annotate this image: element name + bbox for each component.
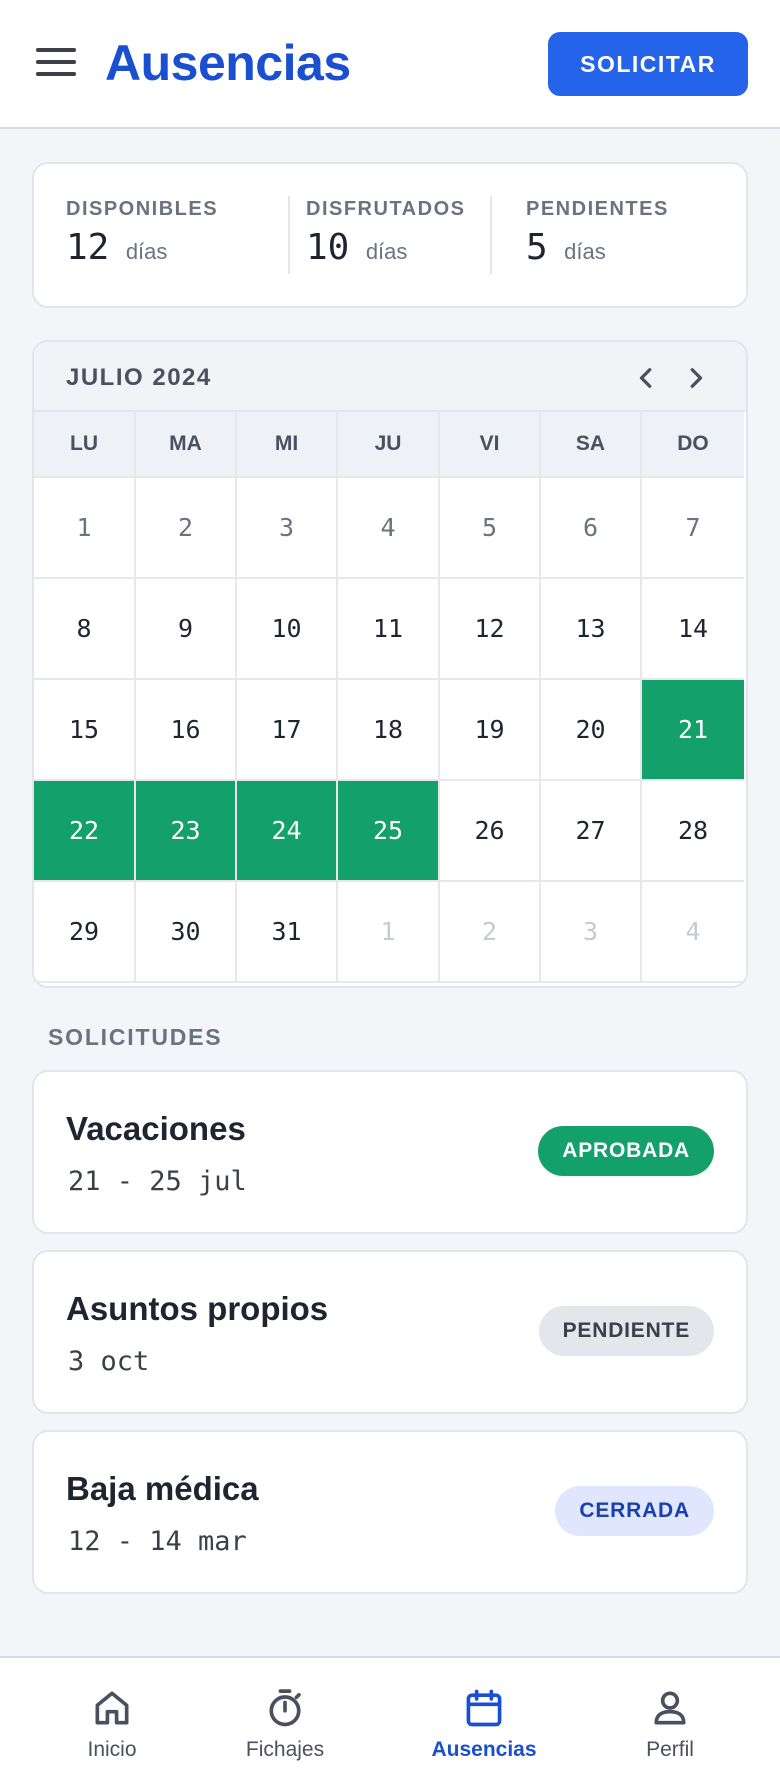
menu-icon[interactable] <box>36 48 76 82</box>
balance-summary-card: DISPONIBLES 12 días DISFRUTADOS 10 días … <box>32 162 748 308</box>
calendar-day[interactable]: 1 <box>338 882 440 983</box>
stat-available: DISPONIBLES 12 días <box>66 198 218 268</box>
request-dates: 3 oct <box>68 1346 150 1377</box>
request-dates: 21 - 25 jul <box>68 1166 247 1197</box>
requests-section-title: SOLICITUDES <box>48 1024 223 1050</box>
calendar-day[interactable]: 3 <box>541 882 642 983</box>
stat-value: 12 <box>66 227 110 268</box>
calendar-icon <box>466 1689 502 1727</box>
calendar-day[interactable]: 26 <box>440 781 541 882</box>
stat-label: DISPONIBLES <box>66 198 219 220</box>
stat-value: 10 <box>306 227 350 268</box>
stat-unit: días <box>564 239 606 264</box>
calendar-day[interactable]: 23 <box>136 781 237 882</box>
calendar-day[interactable]: 6 <box>541 478 642 579</box>
calendar-day[interactable]: 12 <box>440 579 541 680</box>
calendar-day[interactable]: 28 <box>642 781 744 882</box>
calendar-day[interactable]: 27 <box>541 781 642 882</box>
top-app-bar: Ausencias SOLICITAR <box>0 0 780 129</box>
stat-label: PENDIENTES <box>526 198 669 220</box>
calendar-day[interactable]: 17 <box>237 680 338 781</box>
nav-item-label: Fichajes <box>245 1738 325 1761</box>
calendar-day[interactable]: 4 <box>642 882 744 983</box>
chevron-right-icon[interactable] <box>678 360 714 396</box>
calendar-day[interactable]: 20 <box>541 680 642 781</box>
calendar-month-label: JULIO 2024 <box>66 364 212 391</box>
calendar-day[interactable]: 2 <box>136 478 237 579</box>
calendar-day[interactable]: 4 <box>338 478 440 579</box>
calendar-day[interactable]: 15 <box>34 680 136 781</box>
bottom-navigation: Inicio Fichajes Ausencias Perfil <box>0 1656 780 1786</box>
stat-value: 5 <box>526 227 548 268</box>
calendar-day[interactable]: 11 <box>338 579 440 680</box>
calendar-day[interactable]: 29 <box>34 882 136 983</box>
weekday-header: MI <box>237 412 338 478</box>
nav-item-perfil[interactable]: Perfil <box>580 1658 760 1786</box>
request-button[interactable]: SOLICITAR <box>548 32 748 96</box>
home-icon <box>95 1691 129 1725</box>
nav-item-label: Perfil <box>646 1738 694 1761</box>
nav-item-label: Inicio <box>87 1738 137 1761</box>
calendar-day[interactable]: 1 <box>34 478 136 579</box>
nav-item-inicio[interactable]: Inicio <box>22 1658 202 1786</box>
stat-divider <box>490 196 492 274</box>
calendar-day[interactable]: 10 <box>237 579 338 680</box>
weekday-header: LU <box>34 412 136 478</box>
weekday-header: VI <box>440 412 541 478</box>
weekday-header: SA <box>541 412 642 478</box>
calendar-grid: LU MA MI JU VI SA DO 1 2 3 4 5 6 7 8 9 10 11 12 13 14 15 16 17 1… <box>34 412 746 983</box>
weekday-header: MA <box>136 412 237 478</box>
chevron-left-icon[interactable] <box>628 360 664 396</box>
request-card[interactable]: Baja médica 12 - 14 mar CERRADA <box>32 1430 748 1594</box>
page-title: Ausencias <box>105 35 351 91</box>
calendar-day[interactable]: 18 <box>338 680 440 781</box>
stat-divider <box>288 196 290 274</box>
calendar-day[interactable]: 9 <box>136 579 237 680</box>
person-icon <box>654 1691 686 1725</box>
calendar-header: JULIO 2024 <box>34 342 746 412</box>
nav-item-ausencias[interactable]: Ausencias <box>394 1658 574 1786</box>
calendar-day[interactable]: 19 <box>440 680 541 781</box>
calendar-day[interactable]: 16 <box>136 680 237 781</box>
stat-used: DISFRUTADOS 10 días <box>306 198 465 268</box>
nav-item-label: Ausencias <box>431 1738 537 1761</box>
calendar-day[interactable]: 24 <box>237 781 338 882</box>
request-type: Asuntos propios <box>66 1290 329 1327</box>
calendar-day[interactable]: 8 <box>34 579 136 680</box>
weekday-header: JU <box>338 412 440 478</box>
calendar-day[interactable]: 31 <box>237 882 338 983</box>
request-card[interactable]: Vacaciones 21 - 25 jul APROBADA <box>32 1070 748 1234</box>
request-type: Baja médica <box>66 1470 259 1507</box>
calendar-day[interactable]: 14 <box>642 579 744 680</box>
calendar-day[interactable]: 7 <box>642 478 744 579</box>
stat-unit: días <box>125 239 168 264</box>
calendar-day[interactable]: 5 <box>440 478 541 579</box>
request-type: Vacaciones <box>66 1110 246 1147</box>
nav-item-fichajes[interactable]: Fichajes <box>195 1658 375 1786</box>
calendar-day[interactable]: 21 <box>642 680 744 781</box>
stopwatch-icon <box>269 1689 301 1727</box>
calendar: JULIO 2024 LU MA MI JU VI SA DO 1 2 3 4 5 6 7 8 9 10 11 12… <box>32 340 748 988</box>
calendar-day[interactable]: 30 <box>136 882 237 983</box>
status-badge: PENDIENTE <box>538 1306 714 1356</box>
status-badge: APROBADA <box>538 1126 714 1176</box>
calendar-day[interactable]: 3 <box>237 478 338 579</box>
request-dates: 12 - 14 mar <box>68 1526 247 1557</box>
calendar-day[interactable]: 2 <box>440 882 541 983</box>
calendar-day[interactable]: 13 <box>541 579 642 680</box>
stat-pending: PENDIENTES 5 días <box>526 198 669 268</box>
calendar-day[interactable]: 25 <box>338 781 440 882</box>
stat-label: DISFRUTADOS <box>306 198 466 220</box>
request-card[interactable]: Asuntos propios 3 oct PENDIENTE <box>32 1250 748 1414</box>
status-badge: CERRADA <box>555 1486 714 1536</box>
calendar-day[interactable]: 22 <box>34 781 136 882</box>
stat-unit: días <box>365 239 408 264</box>
weekday-header: DO <box>642 412 744 478</box>
